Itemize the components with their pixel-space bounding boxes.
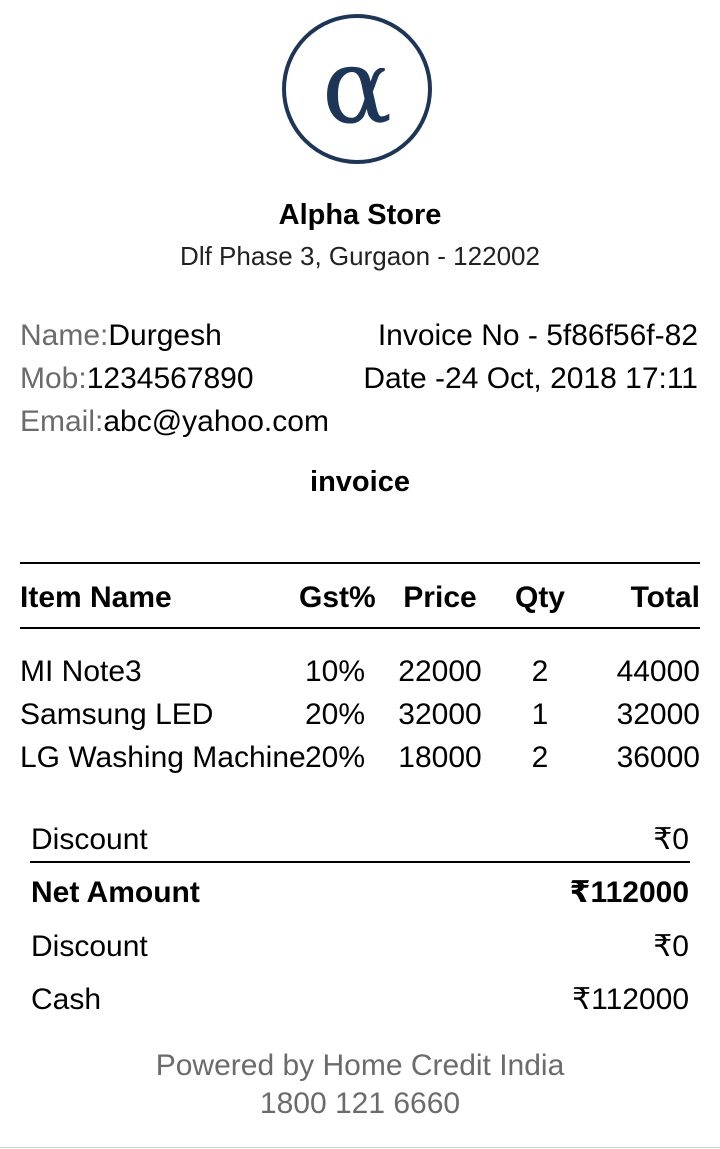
row-qty: 2 [531,741,549,774]
row-qty: 1 [531,698,549,731]
discount-value: ₹0 [653,823,689,856]
row-gst: 20% [304,698,366,731]
customer-name-label: Name: [20,319,109,352]
alpha-logo-icon: α [321,25,393,147]
row-total: 36000 [616,741,700,774]
net-amount-label: Net Amount [31,876,200,909]
customer-email-line: Email:abc@yahoo.com [20,404,329,440]
discount-label: Discount [31,823,148,856]
row-price: 22000 [398,655,482,688]
support-phone: 1800 121 6660 [259,1087,461,1120]
row-total: 32000 [616,698,700,731]
row-total: 44000 [616,655,700,688]
row-price: 32000 [398,698,482,731]
document-title: invoice [310,466,410,498]
row-item-name: Samsung LED [20,698,214,731]
net-amount-value: ₹112000 [569,876,689,909]
header-qty: Qty [514,581,565,614]
row-gst: 20% [304,741,366,774]
discount-value-2: ₹0 [653,930,689,963]
table-top-divider [20,562,700,564]
store-logo: α [282,14,432,164]
row-item-name: MI Note3 [20,655,142,688]
customer-email-label: Email: [20,405,104,438]
customer-name: Durgesh [108,319,222,352]
invoice-number: Invoice No - 5f86f56f-82 [377,319,698,352]
table-header-divider [20,627,700,629]
customer-mobile-line: Mob:1234567890 [20,361,254,397]
row-price: 18000 [398,741,482,774]
summary-divider [30,861,690,863]
store-address: Dlf Phase 3, Gurgaon - 122002 [180,241,540,271]
header-gst: Gst% [299,581,376,614]
invoice-date: Date -24 Oct, 2018 17:11 [363,362,698,395]
customer-mobile: 1234567890 [86,362,254,395]
bottom-divider [0,1147,720,1148]
header-total: Total [630,581,700,614]
powered-by-text: Powered by Home Credit India [155,1049,565,1082]
customer-email: abc@yahoo.com [103,405,329,438]
header-price: Price [403,581,477,614]
header-item-name: Item Name [20,581,172,614]
discount-label-2: Discount [31,930,148,963]
cash-value: ₹112000 [572,983,689,1016]
customer-mobile-label: Mob: [20,362,87,395]
customer-name-line: Name:Durgesh [20,318,222,354]
row-item-name: LG Washing Machine [20,741,306,774]
row-qty: 2 [531,655,549,688]
store-name: Alpha Store [278,199,442,231]
row-gst: 10% [304,655,366,688]
cash-label: Cash [31,983,102,1016]
